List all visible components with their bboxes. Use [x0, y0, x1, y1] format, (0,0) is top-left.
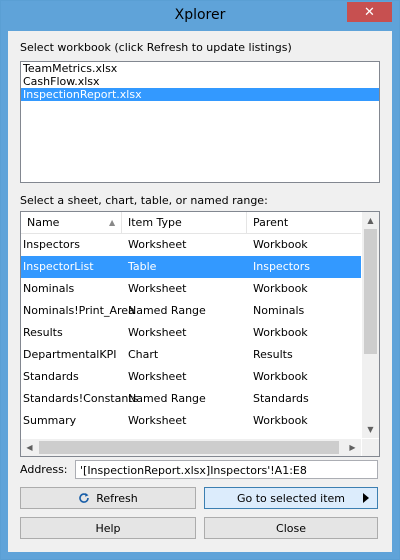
cell-item-type: Worksheet [128, 414, 187, 427]
cell-item-type: Named Range [128, 304, 206, 317]
table-row[interactable]: Standards!Constants Named Range Standards [21, 388, 361, 410]
table-row[interactable]: Summary Worksheet Workbook [21, 410, 361, 432]
cell-name: Standards!Constants [23, 392, 139, 405]
address-label: Address: [20, 463, 68, 476]
workbook-list-item[interactable]: InspectionReport.xlsx [21, 88, 379, 101]
workbook-list[interactable]: TeamMetrics.xlsx CashFlow.xlsx InspectionR… [20, 61, 380, 183]
help-button[interactable]: Help [20, 517, 196, 539]
cell-name: Nominals [23, 282, 75, 295]
vertical-scrollbar[interactable]: ▲ ▼ [362, 212, 379, 438]
cell-item-type: Worksheet [128, 326, 187, 339]
table-row[interactable]: Standards Worksheet Workbook [21, 366, 361, 388]
sort-ascending-icon: ▲ [109, 218, 116, 227]
dialog-body: Select workbook (click Refresh to update… [8, 31, 392, 552]
close-button[interactable]: Close [204, 517, 378, 539]
cell-name: InspectorList [23, 260, 94, 273]
table-rows: Inspectors Worksheet Workbook InspectorList… [21, 234, 361, 432]
column-name-label: Name [27, 216, 60, 229]
scrollbar-corner [362, 439, 379, 456]
cell-parent: Results [253, 348, 293, 361]
cell-item-type: Chart [128, 348, 159, 361]
cell-name: Nominals!Print_Area [23, 304, 135, 317]
cell-item-type: Worksheet [128, 370, 187, 383]
cell-parent: Workbook [253, 326, 308, 339]
cell-name: Standards [23, 370, 79, 383]
column-header-item-type[interactable]: Item Type [122, 212, 247, 233]
horizontal-scrollbar[interactable]: ◀ ▶ [21, 439, 361, 456]
scroll-up-icon[interactable]: ▲ [362, 212, 379, 229]
cell-parent: Workbook [253, 282, 308, 295]
cell-name: Summary [23, 414, 77, 427]
table-row[interactable]: Inspectors Worksheet Workbook [21, 234, 361, 256]
column-header-parent[interactable]: Parent [247, 212, 361, 233]
workbook-label: Select workbook (click Refresh to update… [20, 41, 292, 54]
address-field[interactable]: '[InspectionReport.xlsx]Inspectors'!A1:E… [75, 460, 378, 479]
cell-parent: Inspectors [253, 260, 311, 273]
items-label: Select a sheet, chart, table, or named r… [20, 194, 268, 207]
horizontal-scroll-thumb[interactable] [39, 441, 339, 454]
table-row[interactable]: Nominals Worksheet Workbook [21, 278, 361, 300]
vertical-scroll-thumb[interactable] [364, 229, 377, 354]
cell-item-type: Worksheet [128, 282, 187, 295]
cell-item-type: Named Range [128, 392, 206, 405]
workbook-list-item[interactable]: TeamMetrics.xlsx [21, 62, 379, 75]
table-row[interactable]: Results Worksheet Workbook [21, 322, 361, 344]
scroll-down-icon[interactable]: ▼ [362, 421, 379, 438]
cell-name: Inspectors [23, 238, 81, 251]
cell-parent: Workbook [253, 370, 308, 383]
scroll-left-icon[interactable]: ◀ [21, 439, 38, 456]
go-to-selected-item-button[interactable]: Go to selected item [204, 487, 378, 509]
go-to-button-label: Go to selected item [236, 491, 346, 505]
cell-parent: Standards [253, 392, 309, 405]
refresh-button-label: Refresh [96, 491, 138, 505]
cell-parent: Workbook [253, 414, 308, 427]
cell-item-type: Worksheet [128, 238, 187, 251]
column-header-name[interactable]: Name ▲ [21, 212, 122, 233]
window-close-icon[interactable]: ✕ [347, 2, 392, 22]
cell-parent: Nominals [253, 304, 305, 317]
refresh-button[interactable]: Refresh [20, 487, 196, 509]
cell-name: DepartmentalKPI [23, 348, 117, 361]
cell-name: Results [23, 326, 63, 339]
cell-item-type: Table [128, 260, 157, 273]
window-title: Xplorer [174, 7, 226, 23]
table-row[interactable]: Nominals!Print_Area Named Range Nominals [21, 300, 361, 322]
table-row[interactable]: InspectorList Table Inspectors [21, 256, 361, 278]
cell-parent: Workbook [253, 238, 308, 251]
workbook-list-item[interactable]: CashFlow.xlsx [21, 75, 379, 88]
table-row[interactable]: DepartmentalKPI Chart Results [21, 344, 361, 366]
refresh-icon [79, 493, 90, 503]
xplorer-window: Xplorer ✕ Select workbook (click Refresh… [0, 0, 400, 560]
play-arrow-icon [363, 493, 369, 503]
items-table[interactable]: Name ▲ Item Type Parent Inspectors Worksh… [20, 211, 380, 457]
title-bar[interactable]: Xplorer ✕ [1, 1, 399, 31]
scroll-right-icon[interactable]: ▶ [344, 439, 361, 456]
table-header: Name ▲ Item Type Parent [21, 212, 361, 234]
